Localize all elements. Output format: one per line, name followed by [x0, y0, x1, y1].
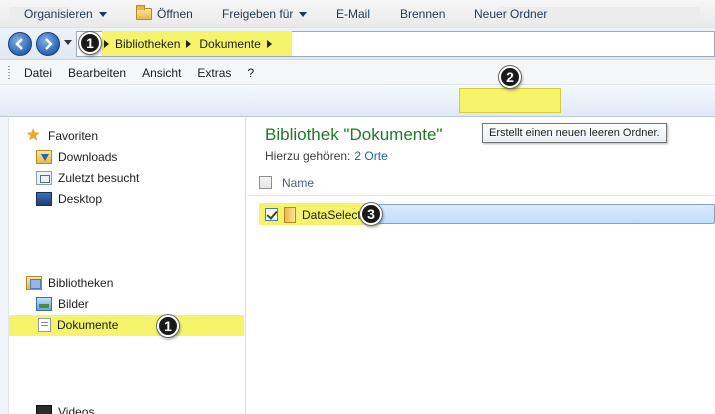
step-badge-nav: 1: [157, 315, 179, 337]
burn-button[interactable]: Brennen: [400, 7, 445, 21]
nav-item-downloads[interactable]: Downloads: [36, 150, 117, 164]
nav-item-videos[interactable]: Videos: [36, 405, 94, 414]
breadcrumb: Bibliotheken Dokumente: [104, 31, 280, 56]
email-button[interactable]: E-Mail: [336, 7, 370, 21]
breadcrumb-separator-icon[interactable]: [186, 39, 192, 48]
nav-item-label: Desktop: [58, 192, 103, 206]
email-label: E-Mail: [336, 7, 371, 21]
nav-item-recent[interactable]: Zuletzt besucht: [36, 171, 139, 185]
chevron-down-icon: [98, 11, 107, 17]
forward-button[interactable]: [36, 32, 60, 56]
nav-item-desktop[interactable]: Desktop: [36, 192, 102, 206]
open-button[interactable]: Öffnen: [136, 5, 193, 21]
file-item[interactable]: DataSelect: [265, 205, 361, 224]
chevron-down-icon: [299, 11, 308, 17]
star-icon: ★: [26, 127, 41, 144]
step-badge-file: 3: [360, 203, 382, 225]
breadcrumb-separator-icon[interactable]: [266, 39, 272, 48]
column-name-header[interactable]: Name: [282, 176, 314, 190]
nav-item-documents[interactable]: Dokumente: [38, 318, 118, 332]
menu-item-extras[interactable]: Extras: [197, 66, 231, 80]
nav-item-pictures[interactable]: Bilder: [36, 297, 89, 311]
new-folder-highlight: [459, 88, 561, 113]
belongs-label: Hierzu gehören:: [265, 149, 351, 163]
forward-arrow-icon: [45, 38, 53, 50]
nav-item-label: Dokumente: [57, 318, 119, 332]
command-bar: [0, 86, 715, 117]
organize-label: Organisieren: [24, 7, 93, 21]
folder-icon: [284, 206, 296, 223]
nav-item-label: Zuletzt besucht: [58, 171, 140, 185]
step-badge-address: 1: [79, 32, 101, 54]
new-folder-button[interactable]: Neuer Ordner: [474, 7, 547, 21]
breadcrumb-separator-icon[interactable]: [104, 39, 109, 48]
downloads-folder-icon: [36, 150, 52, 164]
column-header[interactable]: Name: [247, 170, 715, 196]
breadcrumb-item-dokumente[interactable]: Dokumente: [199, 37, 260, 51]
new-folder-label: Neuer Ordner: [474, 7, 548, 21]
libraries-icon: [26, 276, 42, 290]
menu-bar: Datei Bearbeiten Ansicht Extras ?: [0, 61, 715, 85]
organize-button[interactable]: Organisieren: [24, 7, 107, 21]
menu-item-help[interactable]: ?: [247, 66, 254, 80]
breadcrumb-item-bibliotheken[interactable]: Bibliotheken: [115, 37, 180, 51]
recent-pages-dropdown[interactable]: [64, 40, 72, 45]
nav-favorites-label: Favoriten: [48, 129, 99, 143]
recent-places-icon: [36, 171, 52, 185]
library-title: Bibliothek "Dokumente": [265, 125, 443, 144]
desktop-icon: [36, 192, 52, 206]
share-label: Freigeben für: [222, 7, 294, 21]
nav-item-label: Bilder: [58, 297, 89, 311]
nav-pane-edge: [0, 118, 9, 414]
back-arrow-icon: [15, 38, 23, 50]
file-name[interactable]: DataSelect: [302, 208, 361, 222]
share-button[interactable]: Freigeben für: [222, 7, 308, 21]
select-all-checkbox[interactable]: [259, 176, 272, 189]
back-button[interactable]: [8, 32, 32, 56]
new-folder-tooltip: Erstellt einen neuen leeren Ordner.: [482, 123, 667, 143]
locations-link[interactable]: 2 Orte: [354, 149, 387, 163]
step-badge-new-folder: 2: [499, 66, 521, 88]
pictures-library-icon: [36, 297, 52, 311]
nav-libraries-label: Bibliotheken: [48, 276, 114, 290]
nav-libraries[interactable]: Bibliotheken: [26, 276, 113, 290]
documents-library-icon: [38, 318, 51, 332]
library-locations: Hierzu gehören: 2 Orte: [265, 149, 388, 163]
open-label: Öffnen: [157, 7, 193, 21]
menu-item-bearbeiten[interactable]: Bearbeiten: [68, 66, 126, 80]
menu-item-ansicht[interactable]: Ansicht: [142, 66, 181, 80]
nav-item-label: Downloads: [58, 150, 118, 164]
menu-grip: [8, 66, 10, 80]
menu-item-datei[interactable]: Datei: [24, 66, 52, 80]
folder-open-icon: [136, 5, 152, 20]
nav-favorites[interactable]: ★ Favoriten: [26, 127, 99, 144]
content-pane: Bibliothek "Dokumente" Hierzu gehören: 2 …: [247, 118, 715, 414]
nav-item-label: Videos: [58, 405, 95, 414]
videos-library-icon: [36, 405, 52, 414]
file-checkbox[interactable]: [265, 208, 278, 221]
burn-label: Brennen: [400, 7, 446, 21]
